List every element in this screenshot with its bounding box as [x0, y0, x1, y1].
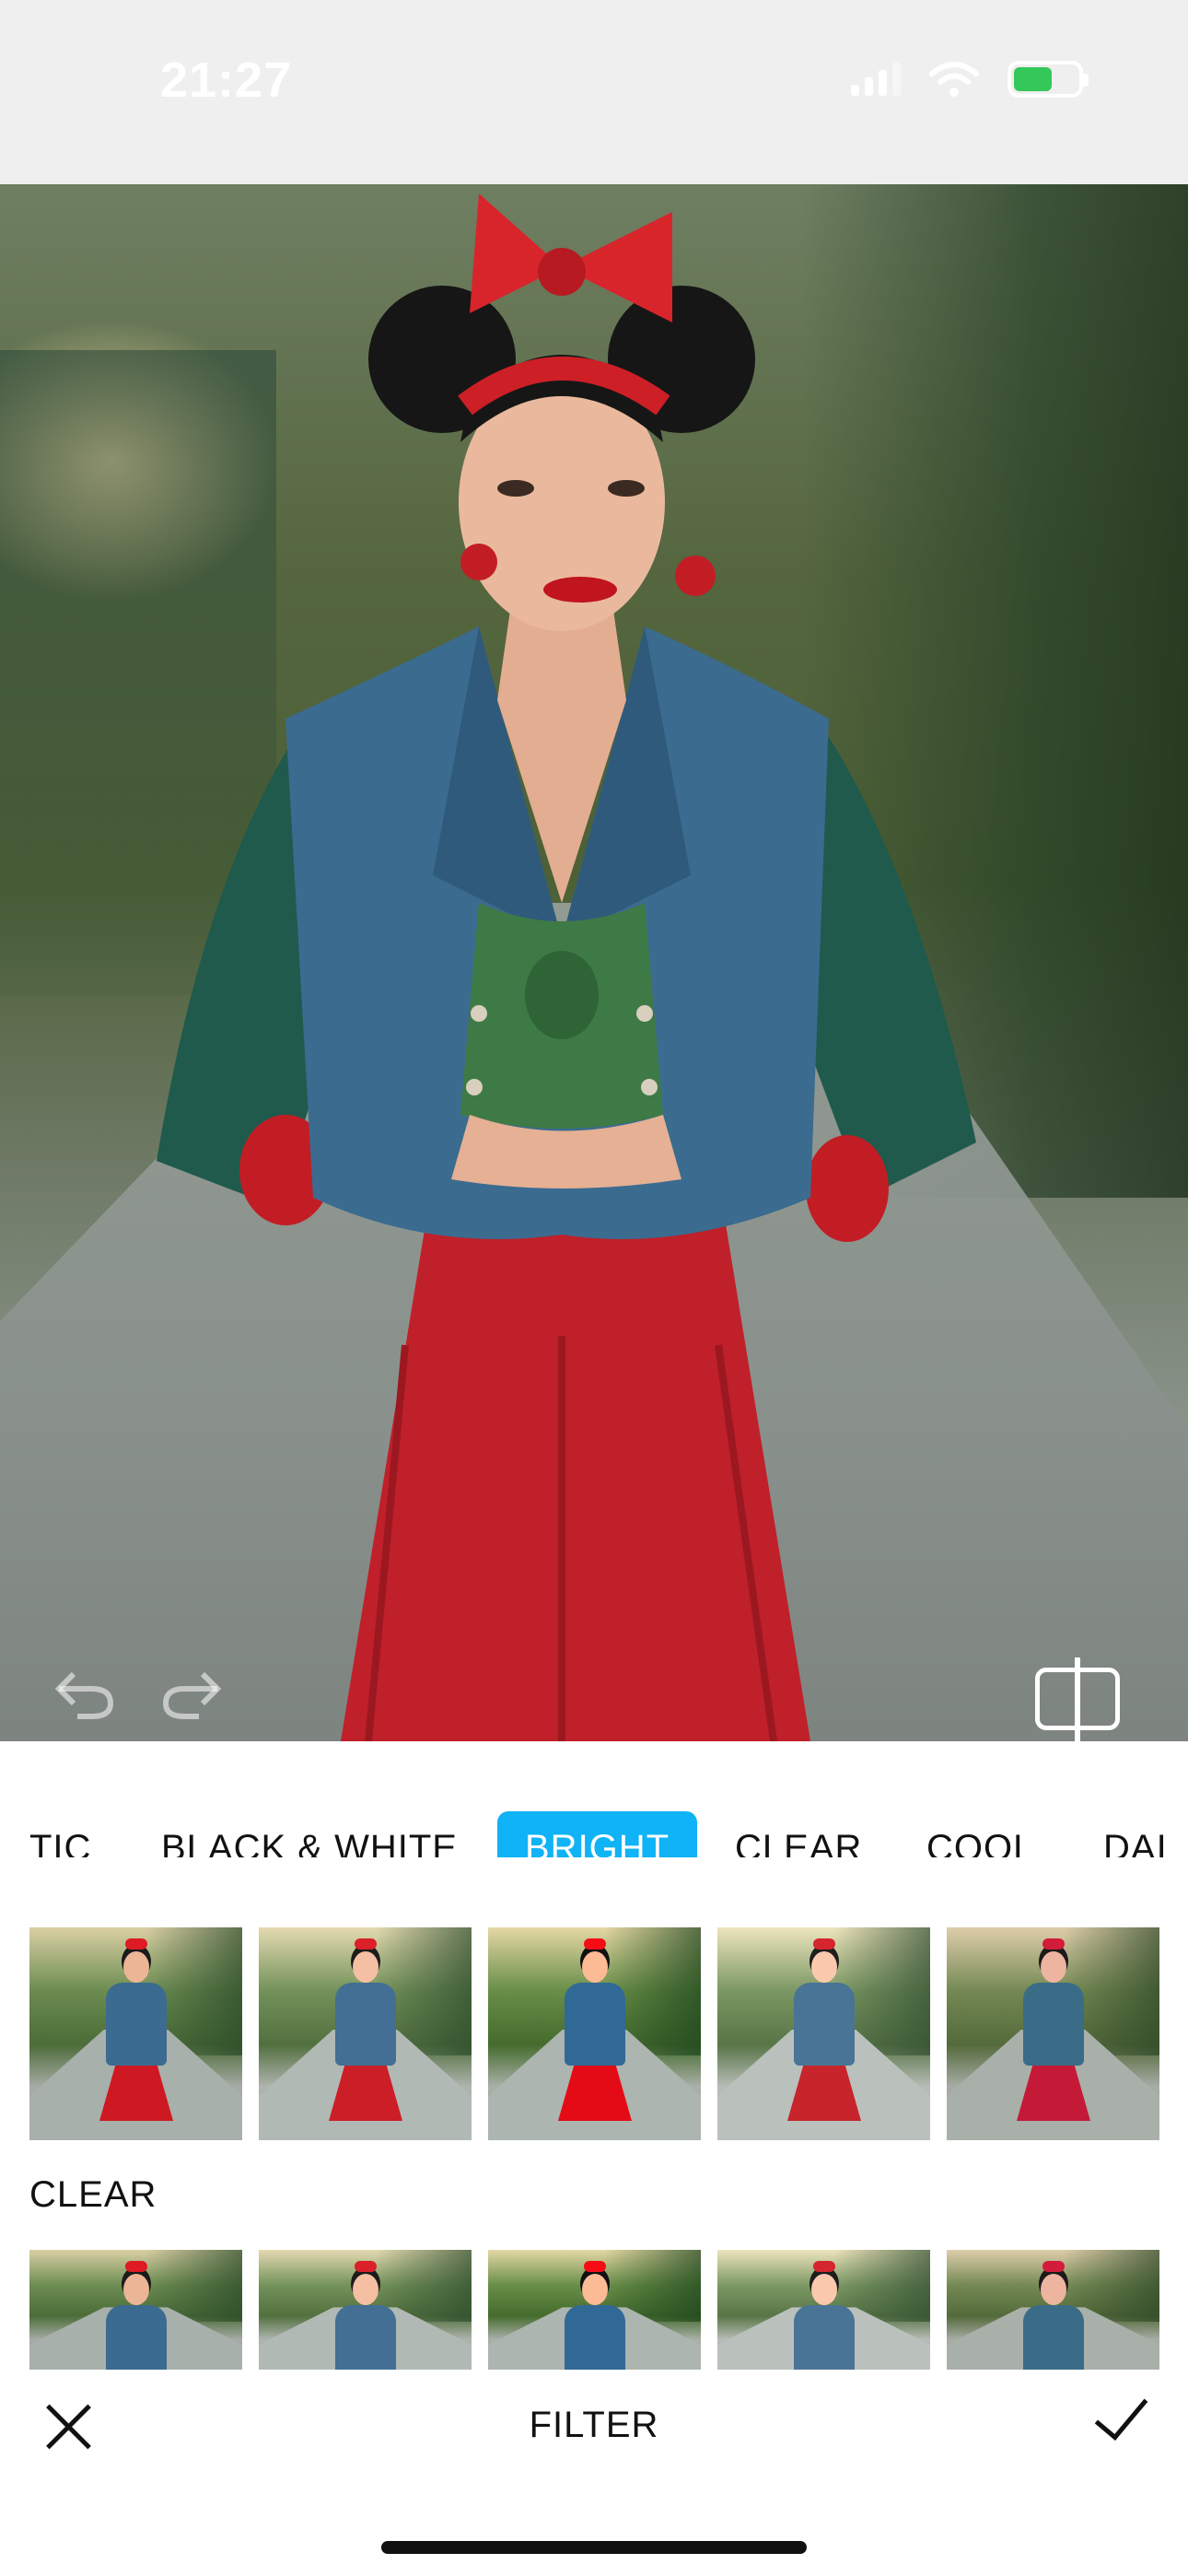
filter-thumbnail[interactable] — [29, 1927, 242, 2140]
filter-thumbnail[interactable] — [259, 1927, 472, 2140]
tab-filter[interactable]: TIC — [29, 1811, 91, 1857]
battery-icon — [1007, 61, 1089, 98]
redo-icon[interactable] — [158, 1663, 225, 1733]
photo-preview[interactable] — [0, 184, 1188, 1741]
tab-filter-active[interactable]: BRIGHT — [497, 1811, 698, 1857]
filter-thumbnail[interactable] — [29, 2250, 242, 2370]
filter-thumbnail[interactable] — [488, 1927, 701, 2140]
bottom-title: FILTER — [529, 2405, 659, 2445]
filter-thumbnail[interactable] — [717, 2250, 930, 2370]
photo-subject — [157, 193, 976, 1741]
filter-tabs: TIC BLACK & WHITE BRIGHT CLEAR COOL DAI — [0, 1765, 1188, 1857]
tab-filter[interactable]: CLEAR — [735, 1811, 862, 1857]
tab-filter[interactable]: DAI — [1103, 1811, 1168, 1857]
filter-thumbnails-row — [29, 2250, 1159, 2370]
tab-filter[interactable]: COOL — [926, 1811, 1034, 1857]
cellular-signal-icon — [851, 63, 901, 96]
compare-icon[interactable] — [1035, 1657, 1120, 1741]
filter-thumbnail[interactable] — [947, 1927, 1159, 2140]
filter-thumbnail[interactable] — [259, 2250, 472, 2370]
status-bar: 21:27 — [0, 0, 1188, 184]
checkmark-icon[interactable] — [1077, 2397, 1147, 2453]
filter-thumbnail[interactable] — [488, 2250, 701, 2370]
home-indicator[interactable] — [381, 2541, 807, 2554]
status-icons — [851, 61, 1089, 98]
filter-thumbnail[interactable] — [717, 1927, 930, 2140]
status-time: 21:27 — [160, 53, 293, 108]
filter-thumbnails-row — [29, 1927, 1159, 2140]
filter-thumbnail[interactable] — [947, 2250, 1159, 2370]
undo-icon[interactable] — [52, 1663, 118, 1733]
section-label: CLEAR — [29, 2174, 157, 2215]
wifi-icon — [929, 62, 979, 97]
tab-filter[interactable]: BLACK & WHITE — [161, 1811, 458, 1857]
